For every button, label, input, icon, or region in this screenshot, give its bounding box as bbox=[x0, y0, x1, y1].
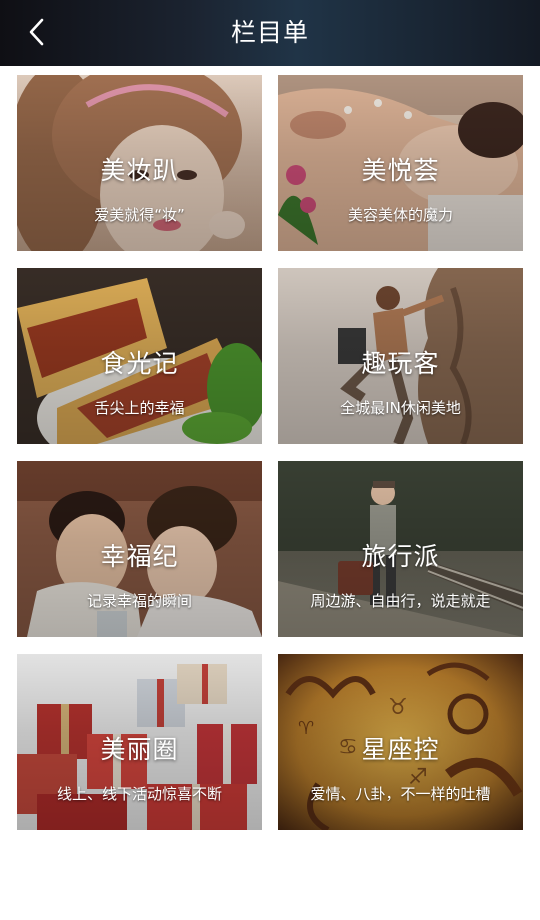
card-title: 美妆趴 bbox=[100, 156, 179, 185]
category-card-circle[interactable]: 美丽圈 线上、线下活动惊喜不断 bbox=[17, 654, 262, 830]
category-card-makeup[interactable]: 美妆趴 爱美就得“妆” bbox=[17, 75, 262, 251]
card-title: 幸福纪 bbox=[100, 542, 179, 571]
card-title: 食光记 bbox=[100, 349, 179, 378]
card-title: 星座控 bbox=[361, 735, 440, 764]
category-card-happiness[interactable]: 幸福纪 记录幸福的瞬间 bbox=[17, 461, 262, 637]
card-subtitle: 美容美体的魔力 bbox=[347, 206, 453, 224]
card-title: 趣玩客 bbox=[361, 349, 440, 378]
category-card-travel[interactable]: 旅行派 周边游、自由行，说走就走 bbox=[278, 461, 523, 637]
card-subtitle: 爱美就得“妆” bbox=[94, 206, 185, 224]
card-subtitle: 周边游、自由行，说走就走 bbox=[310, 592, 491, 610]
page-title: 栏目单 bbox=[230, 18, 309, 47]
card-title: 美丽圈 bbox=[100, 735, 179, 764]
card-title: 旅行派 bbox=[361, 542, 440, 571]
category-card-fun[interactable]: 趣玩客 全城最IN休闲美地 bbox=[278, 268, 523, 444]
card-subtitle: 线上、线下活动惊喜不断 bbox=[56, 785, 222, 803]
card-subtitle: 舌尖上的幸福 bbox=[94, 399, 185, 417]
card-subtitle: 记录幸福的瞬间 bbox=[86, 592, 192, 610]
category-card-food[interactable]: 食光记 舌尖上的幸福 bbox=[17, 268, 262, 444]
top-bar: 栏目单 bbox=[0, 0, 540, 66]
card-subtitle: 爱情、八卦，不一样的吐槽 bbox=[310, 785, 491, 803]
category-card-spa[interactable]: 美悦荟 美容美体的魔力 bbox=[278, 75, 523, 251]
card-subtitle: 全城最IN休闲美地 bbox=[340, 399, 461, 417]
category-card-zodiac[interactable]: ♉ ♋ ♐ ♈ 星座控 爱情、八卦，不一样的吐槽 bbox=[278, 654, 523, 830]
card-title: 美悦荟 bbox=[361, 156, 440, 185]
